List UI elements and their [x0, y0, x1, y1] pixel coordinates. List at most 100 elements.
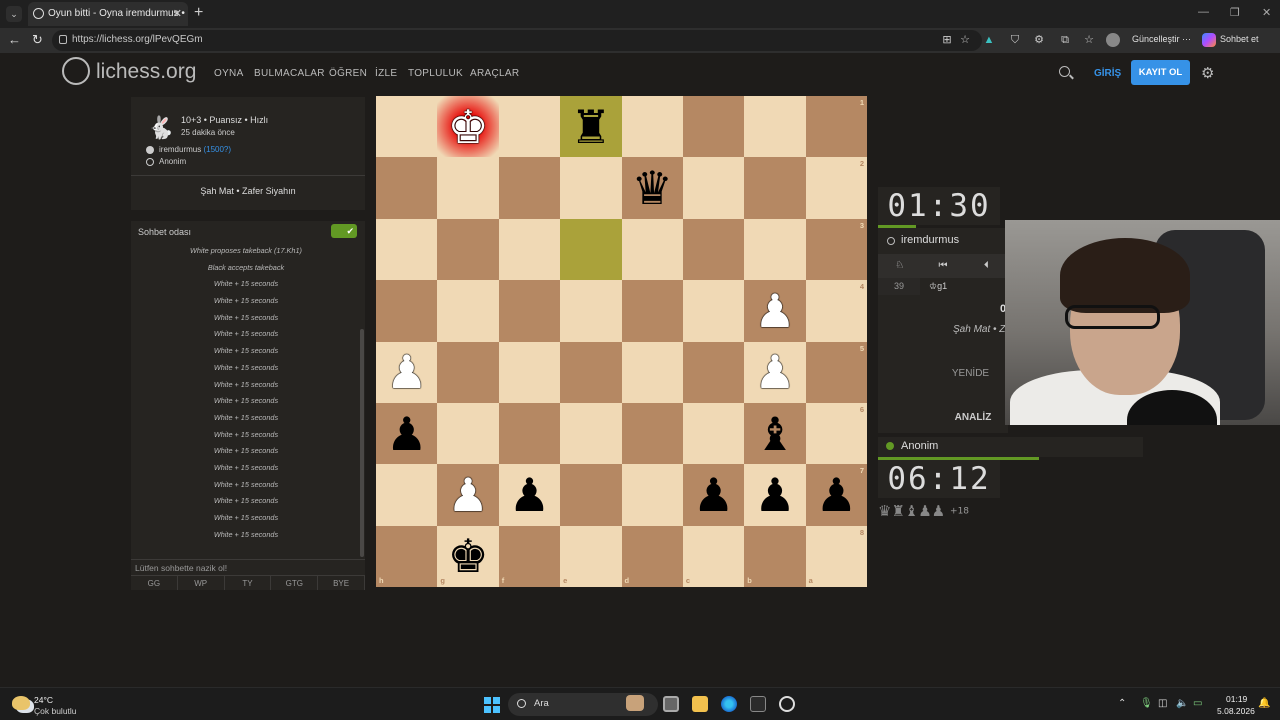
- square-h5[interactable]: ♟: [376, 341, 438, 403]
- square-h4[interactable]: [376, 280, 438, 342]
- square-g4[interactable]: [437, 280, 499, 342]
- square-b1[interactable]: [744, 96, 806, 158]
- prev-move-icon[interactable]: ⏴: [965, 254, 1008, 278]
- square-h3[interactable]: [376, 218, 438, 281]
- white-pawn-icon[interactable]: ♟: [447, 472, 488, 518]
- square-d5[interactable]: [621, 341, 683, 403]
- square-h7[interactable]: [376, 464, 438, 526]
- square-e3[interactable]: [560, 218, 622, 281]
- square-e7[interactable]: [560, 464, 622, 526]
- black-pawn-icon[interactable]: ♟: [754, 472, 795, 518]
- square-d4[interactable]: [621, 280, 683, 342]
- white-pawn-icon[interactable]: ♟: [754, 288, 795, 334]
- app-badge-icon[interactable]: [779, 696, 795, 712]
- weather-temp[interactable]: 24°C: [34, 695, 53, 705]
- browser-tab[interactable]: Oyun bitti - Oyna iremdurmus • lic ✕: [28, 2, 188, 26]
- square-e4[interactable]: [560, 280, 622, 342]
- black-pawn-icon[interactable]: ♟: [816, 472, 857, 518]
- square-b2[interactable]: [744, 157, 806, 219]
- lichess-logo-icon[interactable]: [62, 57, 90, 85]
- move-row[interactable]: 39 ♔g1: [878, 278, 1008, 295]
- nav-tools[interactable]: ARAÇLAR: [470, 68, 519, 79]
- shield-icon[interactable]: ⛉: [1008, 33, 1022, 47]
- white-king-icon[interactable]: ♚: [447, 104, 488, 150]
- nav-play[interactable]: OYNA: [214, 68, 244, 79]
- chat-preset-gtg[interactable]: GTG: [271, 576, 319, 590]
- square-a2[interactable]: 2: [805, 157, 867, 219]
- square-a7[interactable]: 7 ♟: [805, 464, 867, 526]
- move-san[interactable]: ♔g1: [929, 278, 947, 295]
- weather-desc[interactable]: Çok bulutlu: [34, 706, 77, 716]
- close-window-icon[interactable]: ✕: [1262, 6, 1271, 19]
- login-link[interactable]: GİRİŞ: [1094, 68, 1121, 79]
- square-b7[interactable]: ♟: [744, 464, 806, 526]
- cloudy-weather-icon[interactable]: [12, 696, 30, 710]
- search-icon[interactable]: [1059, 66, 1070, 77]
- square-f7[interactable]: ♟: [498, 464, 561, 526]
- update-button[interactable]: Güncelleştir ···: [1132, 34, 1191, 44]
- square-a5[interactable]: 5: [805, 341, 867, 403]
- notifications-icon[interactable]: 🔔: [1258, 698, 1270, 709]
- back-icon[interactable]: ←: [8, 32, 21, 47]
- square-d1[interactable]: [621, 96, 683, 158]
- square-c3[interactable]: [682, 218, 745, 281]
- square-f4[interactable]: [498, 280, 561, 342]
- copilot-icon[interactable]: [1202, 33, 1216, 47]
- square-c4[interactable]: [682, 280, 745, 342]
- close-tab-icon[interactable]: ✕: [173, 7, 182, 20]
- task-view-icon[interactable]: [663, 696, 679, 712]
- favorites-icon[interactable]: ☆: [1082, 33, 1096, 47]
- chat-toggle[interactable]: ✔: [331, 224, 357, 238]
- site-logo-text[interactable]: lichess.org: [96, 60, 196, 84]
- white-player-name[interactable]: iremdurmus: [159, 145, 201, 154]
- gear-icon[interactable]: ⚙: [1201, 64, 1214, 82]
- square-f8[interactable]: f: [498, 525, 561, 587]
- file-explorer-icon[interactable]: [692, 696, 708, 712]
- square-h6[interactable]: ♟: [376, 402, 438, 465]
- chat-preset-wp[interactable]: WP: [178, 576, 225, 590]
- chat-input[interactable]: Lütfen sohbette nazik ol!: [131, 559, 365, 575]
- square-c5[interactable]: [682, 341, 745, 403]
- square-b3[interactable]: [744, 218, 806, 281]
- square-f6[interactable]: [498, 402, 561, 465]
- square-d8[interactable]: d: [621, 525, 683, 587]
- address-bar[interactable]: https://lichess.org/lPevQEGm: [52, 30, 982, 51]
- network-icon[interactable]: ◫: [1158, 698, 1167, 709]
- black-bishop-icon[interactable]: ♝: [754, 411, 795, 457]
- square-b4[interactable]: ♟: [744, 280, 806, 342]
- square-c8[interactable]: c: [682, 525, 745, 587]
- first-move-icon[interactable]: ⏮: [921, 254, 964, 278]
- square-g6[interactable]: [437, 402, 499, 465]
- square-h2[interactable]: [376, 157, 438, 219]
- chat-preset-ty[interactable]: TY: [225, 576, 272, 590]
- clock-time[interactable]: 01:19: [1226, 694, 1247, 704]
- square-c7[interactable]: ♟: [682, 464, 745, 526]
- square-g1[interactable]: ♚: [437, 96, 499, 158]
- square-f3[interactable]: [498, 218, 561, 281]
- black-king-icon[interactable]: ♚: [447, 533, 488, 579]
- square-a8[interactable]: 8a: [805, 525, 867, 587]
- square-e1[interactable]: ♜: [560, 96, 622, 158]
- windows-start-icon[interactable]: [484, 697, 500, 713]
- refresh-icon[interactable]: ↻: [32, 32, 43, 48]
- square-a6[interactable]: 6: [805, 402, 867, 465]
- chat-preset-bye[interactable]: BYE: [318, 576, 365, 590]
- nav-puzzles[interactable]: BULMACALAR: [254, 68, 325, 79]
- chessboard[interactable]: ♚ ♜ 1 ♛ 2 3 ♟ 4 ♟ ♟ 5 ♟ ♝ 6 ♟ ♟ ♟ ♟ 7 ♟ h g ♚ f e d c b 8 a: [376, 96, 867, 587]
- square-f5[interactable]: [498, 341, 561, 403]
- square-h8[interactable]: h: [376, 525, 438, 587]
- top-player-name[interactable]: iremdurmus: [887, 234, 959, 246]
- square-c6[interactable]: [682, 402, 745, 465]
- chat-scrollbar[interactable]: [360, 329, 364, 557]
- copilot-chat-button[interactable]: Sohbet et: [1220, 34, 1259, 44]
- minimize-icon[interactable]: —: [1198, 6, 1209, 18]
- square-e2[interactable]: [560, 157, 622, 219]
- clock-date[interactable]: 5.08.2026: [1217, 706, 1255, 716]
- square-g7[interactable]: ♟: [437, 464, 499, 526]
- chat-preset-gg[interactable]: GG: [131, 576, 178, 590]
- square-h1[interactable]: [376, 96, 438, 158]
- app-available-icon[interactable]: ⊞: [940, 33, 954, 47]
- white-pawn-icon[interactable]: ♟: [754, 349, 795, 395]
- square-g5[interactable]: [437, 341, 499, 403]
- flip-board-icon[interactable]: ♘: [878, 254, 921, 278]
